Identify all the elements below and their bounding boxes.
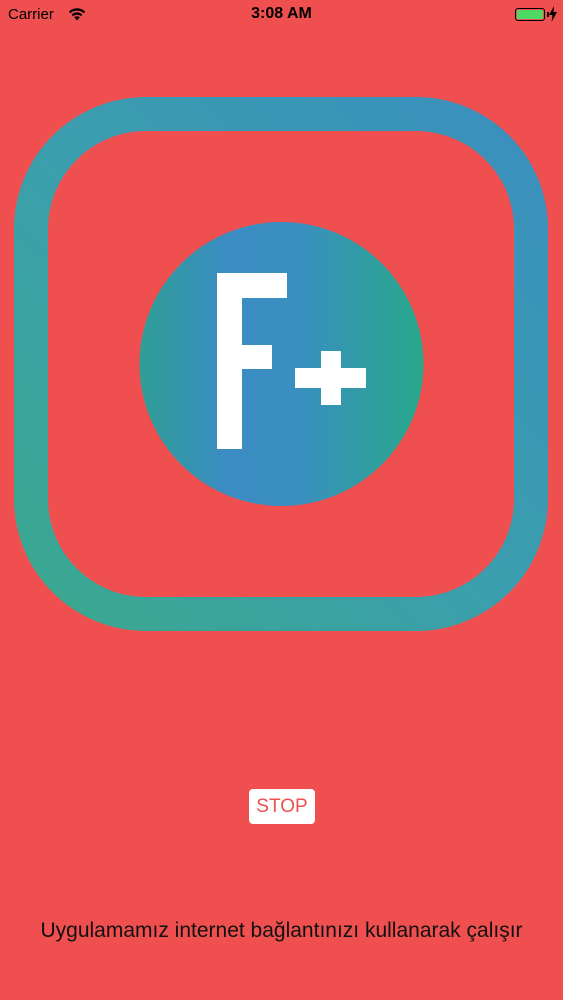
logo-circle xyxy=(139,222,424,506)
status-bar: Carrier 3:08 AM xyxy=(0,0,563,30)
app-logo-icon xyxy=(14,97,548,631)
battery-icon xyxy=(515,8,545,21)
battery-level xyxy=(517,10,543,19)
app-screen: Carrier 3:08 AM STOP Uygulamamız interne… xyxy=(0,0,563,1000)
internet-usage-message: Uygulamamız internet bağlantınızı kullan… xyxy=(40,919,523,942)
stop-button[interactable]: STOP xyxy=(249,789,315,824)
status-time: 3:08 AM xyxy=(251,5,312,22)
charging-bolt-icon xyxy=(549,6,557,22)
